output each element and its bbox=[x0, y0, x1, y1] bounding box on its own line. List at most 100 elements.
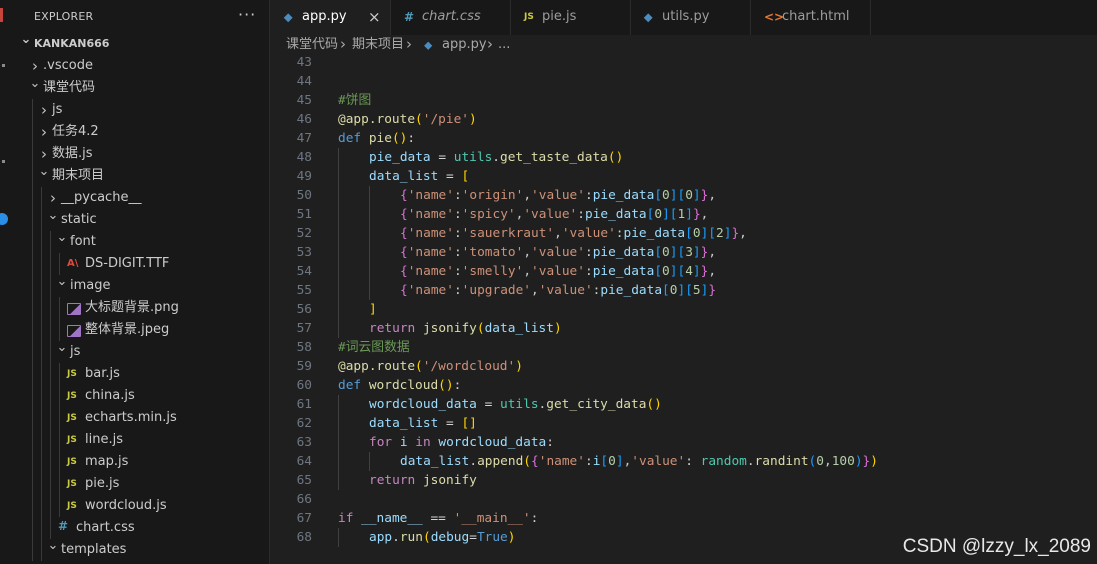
tree-item[interactable]: ⌄ KANKAN666 bbox=[10, 32, 269, 55]
code-token: def bbox=[338, 378, 369, 393]
code-line[interactable]: 60 def wordcloud(): bbox=[270, 376, 1097, 395]
tree-item-label: .vscode bbox=[43, 58, 93, 73]
code-line[interactable]: 61 wordcloud_data = utils.get_city_data() bbox=[270, 395, 1097, 414]
code-line[interactable]: 49 data_list = [ bbox=[270, 167, 1097, 186]
code-token: 'tomato' bbox=[461, 245, 524, 260]
chevron-right-icon[interactable]: › bbox=[38, 121, 50, 143]
chevron-right-icon[interactable]: › bbox=[38, 99, 50, 121]
tree-item[interactable]: › .vscode bbox=[10, 55, 269, 77]
indent-guide bbox=[50, 253, 51, 275]
code-line[interactable]: 46 @app.route('/pie') bbox=[270, 110, 1097, 129]
indent-guide bbox=[59, 473, 60, 495]
code-token: [ bbox=[685, 226, 693, 241]
tree-item[interactable]: JS echarts.min.js bbox=[10, 407, 269, 429]
code-line[interactable]: 47 def pie(): bbox=[270, 129, 1097, 148]
code-token: { bbox=[400, 283, 408, 298]
chevron-down-icon[interactable]: ⌄ bbox=[47, 535, 59, 557]
code-token: if bbox=[338, 511, 362, 526]
code-line[interactable]: 53 {'name':'tomato','value':pie_data[0][3… bbox=[270, 243, 1097, 262]
tab-chart-html[interactable]: <> chart.html bbox=[750, 0, 871, 35]
code-line[interactable]: 56] bbox=[270, 300, 1097, 319]
code-line[interactable]: 54 {'name':'smelly','value':pie_data[0][4… bbox=[270, 262, 1097, 281]
activity-bar[interactable] bbox=[0, 0, 10, 564]
python-file-icon: ⬥ bbox=[284, 10, 293, 24]
chevron-down-icon[interactable]: ⌄ bbox=[38, 161, 50, 183]
breadcrumb-file[interactable]: app.py bbox=[442, 35, 487, 55]
indent-guide bbox=[41, 407, 42, 429]
tree-item[interactable]: JS bar.js bbox=[10, 363, 269, 385]
code-content: {'name':'sauerkraut','value':pie_data[0]… bbox=[400, 224, 747, 243]
code-editor[interactable]: 43 44 45 #饼图 46 @app.route('/pie') 47 def pie()… bbox=[270, 57, 1097, 564]
code-token: in bbox=[407, 435, 439, 450]
tree-item[interactable]: JS map.js bbox=[10, 451, 269, 473]
line-number: 46 bbox=[296, 112, 312, 127]
tree-item[interactable]: JS line.js bbox=[10, 429, 269, 451]
code-line[interactable]: 44 bbox=[270, 72, 1097, 91]
tree-item[interactable]: ⌄ 期末项目 bbox=[10, 164, 269, 187]
indent-guide bbox=[41, 187, 42, 209]
tree-item[interactable]: JS wordcloud.js bbox=[10, 495, 269, 517]
tab-app-py[interactable]: ⬥ app.py × bbox=[270, 0, 391, 36]
js-file-icon: JS bbox=[67, 457, 77, 467]
code-line[interactable]: 51 {'name':'spicy','value':pie_data[0][1]… bbox=[270, 205, 1097, 224]
code-line[interactable]: 66 bbox=[270, 490, 1097, 509]
tree-item[interactable]: › js bbox=[10, 99, 269, 121]
tree-item[interactable]: JS pie.js bbox=[10, 473, 269, 495]
code-line[interactable]: 43 bbox=[270, 57, 1097, 72]
tree-item-label: map.js bbox=[85, 454, 129, 469]
breadcrumb-folder[interactable]: 期末项目 bbox=[352, 35, 404, 55]
tree-item[interactable]: › 任务4.2 bbox=[10, 121, 269, 143]
code-line[interactable]: 52 {'name':'sauerkraut','value':pie_data[… bbox=[270, 224, 1097, 243]
tree-item[interactable]: ⌄ static bbox=[10, 208, 269, 231]
code-token: ) bbox=[469, 112, 477, 127]
code-token: , bbox=[823, 454, 832, 469]
tree-item[interactable]: JS china.js bbox=[10, 385, 269, 407]
tree-item[interactable]: ⌄ image bbox=[10, 274, 269, 297]
code-token: 0 bbox=[816, 454, 824, 469]
code-line[interactable]: 59 @app.route('/wordcloud') bbox=[270, 357, 1097, 376]
line-number: 56 bbox=[296, 302, 312, 317]
code-line[interactable]: 63 for i in wordcloud_data: bbox=[270, 433, 1097, 452]
code-token: #饼图 bbox=[338, 93, 372, 108]
tree-item[interactable]: ⌄ font bbox=[10, 230, 269, 253]
chevron-down-icon[interactable]: ⌄ bbox=[47, 205, 59, 227]
code-line[interactable]: 57 return jsonify(data_list) bbox=[270, 319, 1097, 338]
indent-guide bbox=[338, 395, 339, 414]
tree-item[interactable]: 整体背景.jpeg bbox=[10, 319, 269, 341]
tree-item[interactable]: ⌄ 课堂代码 bbox=[10, 76, 269, 99]
tree-item[interactable]: ⌄ templates bbox=[10, 538, 269, 561]
tree-item[interactable]: 大标题背景.png bbox=[10, 297, 269, 319]
code-line[interactable]: 50 {'name':'origin','value':pie_data[0][0… bbox=[270, 186, 1097, 205]
code-line[interactable]: 58 #词云图数据 bbox=[270, 338, 1097, 357]
more-actions-button[interactable]: ··· bbox=[238, 5, 256, 24]
chevron-down-icon[interactable]: ⌄ bbox=[56, 337, 68, 359]
indent-guide bbox=[32, 407, 33, 429]
chevron-down-icon[interactable]: ⌄ bbox=[20, 29, 32, 51]
close-icon[interactable]: × bbox=[368, 0, 381, 34]
tab-chart-css[interactable]: # chart.css bbox=[390, 0, 511, 35]
code-token: return bbox=[369, 321, 423, 336]
code-token: def bbox=[338, 131, 369, 146]
code-token: ) bbox=[553, 321, 562, 336]
code-line[interactable]: 67 if __name__ == '__main__': bbox=[270, 509, 1097, 528]
indent-guide bbox=[41, 253, 42, 275]
code-token: ) bbox=[507, 530, 516, 545]
breadcrumb-symbols[interactable]: ... bbox=[498, 35, 510, 55]
code-line[interactable]: 62 data_list = [] bbox=[270, 414, 1097, 433]
tab-utils-py[interactable]: ⬥ utils.py bbox=[630, 0, 751, 35]
code-line[interactable]: 64 data_list.append({'name':i[0],'value':… bbox=[270, 452, 1097, 471]
tab-pie-js[interactable]: JS pie.js bbox=[510, 0, 631, 35]
chevron-down-icon[interactable]: ⌄ bbox=[29, 73, 41, 95]
code-line[interactable]: 55 {'name':'upgrade','value':pie_data[0][… bbox=[270, 281, 1097, 300]
breadcrumb-folder[interactable]: 课堂代码 bbox=[286, 35, 338, 55]
code-token: 5 bbox=[692, 283, 701, 298]
tree-item[interactable]: A\ DS-DIGIT.TTF bbox=[10, 253, 269, 275]
code-token: i bbox=[399, 435, 408, 450]
tree-item[interactable]: ⌄ js bbox=[10, 340, 269, 363]
code-line[interactable]: 48 pie_data = utils.get_taste_data() bbox=[270, 148, 1097, 167]
code-token: app bbox=[369, 530, 393, 545]
code-line[interactable]: 45 #饼图 bbox=[270, 91, 1097, 110]
chevron-down-icon[interactable]: ⌄ bbox=[56, 227, 68, 249]
code-line[interactable]: 65 return jsonify bbox=[270, 471, 1097, 490]
chevron-down-icon[interactable]: ⌄ bbox=[56, 271, 68, 293]
